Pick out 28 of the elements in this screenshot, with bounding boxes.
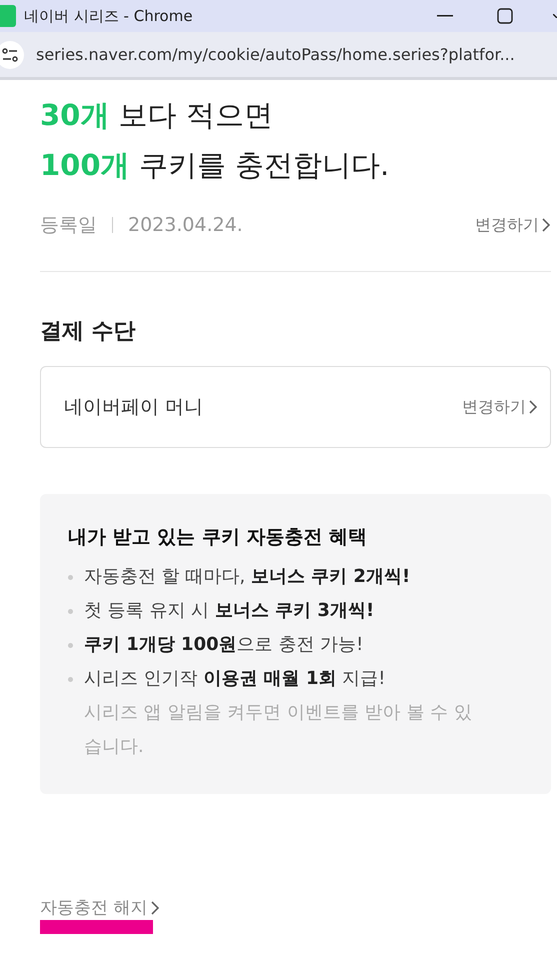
registration-date: 2023.04.24. — [128, 214, 243, 236]
settings-icon — [2, 48, 18, 62]
chevron-right-icon — [529, 400, 538, 414]
bullet-icon — [68, 575, 73, 580]
benefit-text: 첫 등록 유지 시 보너스 쿠키 3개씩! — [84, 599, 374, 623]
benefits-title: 내가 받고 있는 쿠키 자동충전 혜택 — [68, 525, 368, 550]
headline-text: 30개 보다 적으면 — [40, 97, 274, 134]
registration-label: 등록일 — [40, 213, 97, 238]
change-link[interactable]: 변경하기 — [475, 214, 551, 236]
benefit-text: 자동충전 할 때마다, 보너스 쿠키 2개씩! — [84, 565, 410, 589]
chevron-right-icon — [542, 218, 551, 232]
benefit-text: 쿠키 1개당 100원으로 충전 가능! — [84, 633, 364, 657]
bullet-icon — [68, 643, 73, 648]
note-text: 시리즈 앱 알림을 켜두면 이벤트를 받아 볼 수 있습니다. — [84, 701, 473, 759]
maximize-icon — [497, 8, 513, 24]
bullet-icon — [68, 677, 73, 682]
headline-text: 100개 쿠키를 충전합니다. — [40, 147, 390, 184]
benefit-text: 시리즈 인기작 이용권 매월 1회 지급! — [84, 667, 386, 691]
section-title: 결제 수단 — [40, 318, 137, 346]
change-link[interactable]: 변경하기 — [462, 396, 538, 418]
cancel-link[interactable]: 자동충전 해지 — [40, 896, 160, 919]
payment-method: 네이버페이 머니 — [64, 395, 204, 420]
chevron-right-icon — [151, 900, 160, 914]
window-title: 네이버 시리즈 - Chrome — [24, 6, 194, 26]
minimize-icon — [437, 15, 453, 17]
close-icon — [553, 14, 557, 18]
bullet-icon — [68, 609, 73, 614]
site-settings-button[interactable] — [0, 40, 24, 68]
